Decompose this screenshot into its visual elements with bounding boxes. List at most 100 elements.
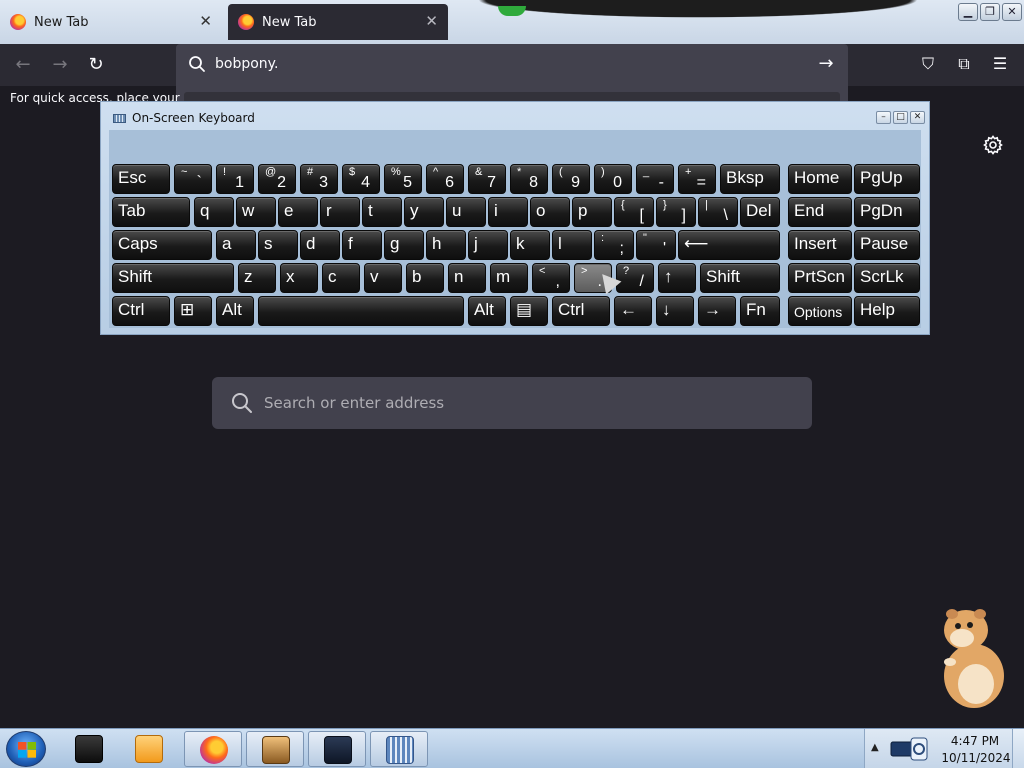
key-quote[interactable]: " ' [636,230,676,260]
key-help[interactable]: Help [854,296,920,326]
key-ralt[interactable]: Alt [468,296,506,326]
key-c[interactable]: c [322,263,360,293]
minimize-button[interactable]: ▁ [958,3,978,21]
key-prtscn[interactable]: PrtScn [788,263,852,293]
key-3[interactable]: #3 [300,164,338,194]
taskbar-app-media[interactable] [120,731,178,767]
key-lalt[interactable]: Alt [216,296,254,326]
key-m[interactable]: m [490,263,528,293]
key-t[interactable]: t [362,197,402,227]
key-home[interactable]: Home [788,164,852,194]
key-comma[interactable]: <, [532,263,570,293]
key-rshift[interactable]: Shift [700,263,780,293]
key-slash[interactable]: ? / [616,263,654,293]
key-pgup[interactable]: PgUp [854,164,920,194]
show-desktop-button[interactable] [1012,729,1024,768]
key-backslash[interactable]: | \ [698,197,738,227]
tab-close-button[interactable]: ✕ [425,13,438,29]
key-q[interactable]: q [194,197,234,227]
key-pause[interactable]: Pause [854,230,920,260]
extensions-icon[interactable]: ⧉ [952,52,976,76]
osk-close-button[interactable]: ✕ [910,111,925,124]
key-b[interactable]: b [406,263,444,293]
key-space[interactable] [258,296,464,326]
key-h[interactable]: h [426,230,466,260]
key-end[interactable]: End [788,197,852,227]
newtab-search-box[interactable] [212,377,812,429]
key-win[interactable]: ⊞ [174,296,212,326]
key-x[interactable]: x [280,263,318,293]
taskbar-app-osk[interactable] [370,731,428,767]
key-equals[interactable]: + = [678,164,716,194]
key-a[interactable]: a [216,230,256,260]
key-w[interactable]: w [236,197,276,227]
key-esc[interactable]: Esc [112,164,170,194]
key-right[interactable]: → [698,296,736,326]
taskbar-app-hamster[interactable] [246,731,304,767]
key-p[interactable]: p [572,197,612,227]
osk-minimize-button[interactable]: – [876,111,891,124]
key-caps[interactable]: Caps [112,230,212,260]
back-button[interactable]: ← [10,52,36,78]
key-5[interactable]: % 5 [384,164,422,194]
key-2[interactable]: @2 [258,164,296,194]
address-bar[interactable]: bobpony. → [176,44,848,86]
key-u[interactable]: u [446,197,486,227]
key-n[interactable]: n [448,263,486,293]
clock-time[interactable]: 4:47 PM [945,734,1005,748]
key-e[interactable]: e [278,197,318,227]
go-button[interactable]: → [814,52,838,76]
key-bksp[interactable]: Bksp [720,164,780,194]
key-scrlk[interactable]: ScrLk [854,263,920,293]
key-tab[interactable]: Tab [112,197,190,227]
key-enter[interactable]: ⟵ [678,230,780,260]
key-up[interactable]: ↑ [658,263,696,293]
tray-overflow-icon[interactable]: ▲ [871,742,879,753]
key-s[interactable]: s [258,230,298,260]
clock-date[interactable]: 10/11/2024 [941,751,1011,765]
key-lbracket[interactable]: {[ [614,197,654,227]
key-lctrl[interactable]: Ctrl [112,296,170,326]
network-icon[interactable] [887,736,931,762]
key-v[interactable]: v [364,263,402,293]
key-pgdn[interactable]: PgDn [854,197,920,227]
taskbar-app-remote[interactable] [308,731,366,767]
key-4[interactable]: $4 [342,164,380,194]
key-8[interactable]: * 8 [510,164,548,194]
key-r[interactable]: r [320,197,360,227]
key-left[interactable]: ← [614,296,652,326]
reload-button[interactable]: ↻ [83,52,109,78]
key-rbracket[interactable]: }] [656,197,696,227]
address-bar-value[interactable]: bobpony. [215,56,278,72]
key-lshift[interactable]: Shift [112,263,234,293]
menu-icon[interactable]: ☰ [988,52,1012,76]
restore-button[interactable]: ❐ [980,3,1000,21]
key-options[interactable]: Options [788,296,852,326]
key-l[interactable]: l [552,230,592,260]
gear-icon[interactable] [982,134,1004,156]
key-minus[interactable]: _ - [636,164,674,194]
key-z[interactable]: z [238,263,276,293]
search-input[interactable] [264,377,784,429]
tab-new-tab-2[interactable]: New Tab ✕ [228,4,448,40]
key-fn[interactable]: Fn [740,296,780,326]
key-9[interactable]: (9 [552,164,590,194]
osk-restore-button[interactable]: □ [893,111,908,124]
key-y[interactable]: y [404,197,444,227]
key-i[interactable]: i [488,197,528,227]
pocket-icon[interactable]: ⛉ [916,52,940,76]
key-7[interactable]: & 7 [468,164,506,194]
key-menu[interactable]: ▤ [510,296,548,326]
taskbar-app-firefox[interactable] [184,731,242,767]
key-tilde[interactable]: ~ ` [174,164,212,194]
key-k[interactable]: k [510,230,550,260]
start-button[interactable] [6,731,46,767]
key-j[interactable]: j [468,230,508,260]
close-button[interactable]: ✕ [1002,3,1022,21]
tab-close-button[interactable]: ✕ [199,13,212,29]
key-del[interactable]: Del [740,197,780,227]
key-6[interactable]: ^ 6 [426,164,464,194]
key-rctrl[interactable]: Ctrl [552,296,610,326]
key-d[interactable]: d [300,230,340,260]
key-insert[interactable]: Insert [788,230,852,260]
